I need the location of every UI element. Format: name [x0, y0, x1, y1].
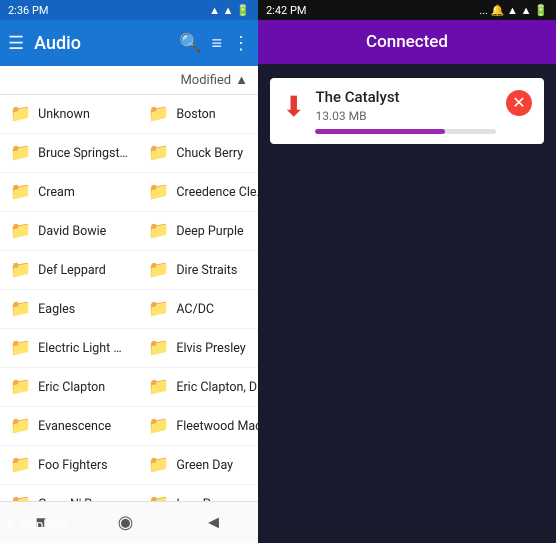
- file-name: Electric Light Orche...: [38, 341, 128, 356]
- list-item[interactable]: 📁 Creedence Clearwa...: [138, 173, 258, 212]
- download-arrow-icon: ⬇: [282, 90, 305, 123]
- files-grid: 📁 Unknown 📁 Boston 📁 Bruce Springsteen 📁…: [0, 95, 258, 501]
- folder-icon: 📁: [148, 104, 169, 124]
- folder-icon: 📁: [10, 221, 31, 241]
- folder-icon: 📁: [10, 455, 31, 475]
- list-item[interactable]: 📁 Foo Fighters: [0, 446, 138, 485]
- folder-icon: 📁: [148, 221, 169, 241]
- left-panel: 2:36 PM ▲ ▲ 🔋 ☰ Audio 🔍 ≡ ⋮ Modified ▲ 📁…: [0, 0, 258, 543]
- airplane-mode-indicator: ✈ Airplane: [5, 518, 68, 533]
- folder-icon: 📁: [148, 260, 169, 280]
- list-item[interactable]: 📁 Elvis Presley: [138, 329, 258, 368]
- file-name: Green Day: [176, 458, 233, 473]
- list-item[interactable]: 📁 Cream: [0, 173, 138, 212]
- list-item[interactable]: 📁 Dire Straits: [138, 251, 258, 290]
- file-name: Def Leppard: [38, 263, 106, 278]
- download-title: The Catalyst: [315, 88, 496, 106]
- list-item[interactable]: 📁 Boston: [138, 95, 258, 134]
- folder-icon: 📁: [148, 455, 169, 475]
- right-status-icons: ... 🔔 ▲ ▲ 🔋: [479, 4, 548, 17]
- file-name: Eric Clapton, Derek, ...: [176, 380, 258, 395]
- file-name: AC/DC: [176, 302, 214, 317]
- progress-bar-fill: [315, 129, 445, 134]
- folder-icon: 📁: [10, 260, 31, 280]
- right-panel: 2:42 PM ... 🔔 ▲ ▲ 🔋 Connected ⬇ The Cata…: [258, 0, 556, 543]
- folder-icon: 📁: [10, 104, 31, 124]
- file-name: Unknown: [38, 107, 90, 122]
- file-name: Bruce Springsteen: [38, 146, 128, 161]
- list-item[interactable]: 📁 Green Day: [138, 446, 258, 485]
- left-time: 2:36 PM: [8, 4, 48, 17]
- cancel-download-button[interactable]: ✕: [506, 90, 532, 116]
- folder-icon: 📁: [10, 182, 31, 202]
- connected-label: Connected: [366, 32, 448, 52]
- folder-icon: 📁: [10, 494, 31, 501]
- file-name: Cream: [38, 185, 75, 200]
- list-item[interactable]: 📁 Guns N' Roses: [0, 485, 138, 501]
- home-icon[interactable]: ◉: [118, 512, 134, 533]
- airplane-label: Airplane: [20, 518, 68, 533]
- left-toolbar: ☰ Audio 🔍 ≡ ⋮: [0, 20, 258, 66]
- download-card: ⬇ The Catalyst 13.03 MB ✕: [270, 78, 544, 144]
- sort-bar[interactable]: Modified ▲: [0, 66, 258, 95]
- folder-icon: 📁: [148, 182, 169, 202]
- connected-header: Connected: [258, 20, 556, 64]
- file-name: Chuck Berry: [176, 146, 243, 161]
- list-view-icon[interactable]: ≡: [211, 33, 222, 54]
- folder-icon: 📁: [10, 143, 31, 163]
- back-icon[interactable]: ◄: [205, 512, 223, 533]
- list-item[interactable]: 📁 Eric Clapton: [0, 368, 138, 407]
- search-icon[interactable]: 🔍: [179, 33, 201, 54]
- list-item[interactable]: 📁 Deep Purple: [138, 212, 258, 251]
- right-status-bar: 2:42 PM ... 🔔 ▲ ▲ 🔋: [258, 0, 556, 20]
- list-item[interactable]: 📁 Chuck Berry: [138, 134, 258, 173]
- folder-icon: 📁: [148, 494, 169, 501]
- list-item[interactable]: 📁 AC/DC: [138, 290, 258, 329]
- file-name: Elvis Presley: [176, 341, 245, 356]
- list-item[interactable]: 📁 Unknown: [0, 95, 138, 134]
- file-name: Deep Purple: [176, 224, 243, 239]
- file-name: Eagles: [38, 302, 75, 317]
- folder-icon: 📁: [148, 416, 169, 436]
- file-name: Creedence Clearwa...: [176, 185, 258, 200]
- file-name: Evanescence: [38, 419, 111, 434]
- file-name: Fleetwood Mac: [176, 419, 258, 434]
- right-content-area: [258, 158, 556, 543]
- file-name: Boston: [176, 107, 215, 122]
- download-info: The Catalyst 13.03 MB: [315, 88, 496, 134]
- sort-label: Modified: [180, 73, 231, 88]
- menu-icon[interactable]: ☰: [8, 33, 24, 54]
- list-item[interactable]: 📁 Iggy Pop: [138, 485, 258, 501]
- left-status-icons: ▲ ▲ 🔋: [209, 4, 250, 17]
- list-item[interactable]: 📁 Bruce Springsteen: [0, 134, 138, 173]
- folder-icon: 📁: [148, 143, 169, 163]
- list-item[interactable]: 📁 Electric Light Orche...: [0, 329, 138, 368]
- file-name: Foo Fighters: [38, 458, 107, 473]
- progress-bar-background: [315, 129, 496, 134]
- right-time: 2:42 PM: [266, 4, 306, 17]
- list-item[interactable]: 📁 Eagles: [0, 290, 138, 329]
- folder-icon: 📁: [148, 377, 169, 397]
- download-size: 13.03 MB: [315, 109, 496, 123]
- file-name: Dire Straits: [176, 263, 237, 278]
- folder-icon: 📁: [10, 299, 31, 319]
- list-item[interactable]: 📁 David Bowie: [0, 212, 138, 251]
- folder-icon: 📁: [148, 299, 169, 319]
- sort-arrow: ▲: [235, 72, 248, 88]
- more-options-icon[interactable]: ⋮: [232, 33, 250, 54]
- app-title: Audio: [34, 33, 169, 54]
- cancel-icon: ✕: [512, 93, 525, 113]
- folder-icon: 📁: [10, 338, 31, 358]
- list-item[interactable]: 📁 Def Leppard: [0, 251, 138, 290]
- airplane-icon: ✈: [5, 518, 16, 533]
- folder-icon: 📁: [10, 377, 31, 397]
- left-status-bar: 2:36 PM ▲ ▲ 🔋: [0, 0, 258, 20]
- list-item[interactable]: 📁 Evanescence: [0, 407, 138, 446]
- list-item[interactable]: 📁 Fleetwood Mac: [138, 407, 258, 446]
- folder-icon: 📁: [10, 416, 31, 436]
- file-name: David Bowie: [38, 224, 106, 239]
- file-name: Eric Clapton: [38, 380, 105, 395]
- folder-icon: 📁: [148, 338, 169, 358]
- list-item[interactable]: 📁 Eric Clapton, Derek, ...: [138, 368, 258, 407]
